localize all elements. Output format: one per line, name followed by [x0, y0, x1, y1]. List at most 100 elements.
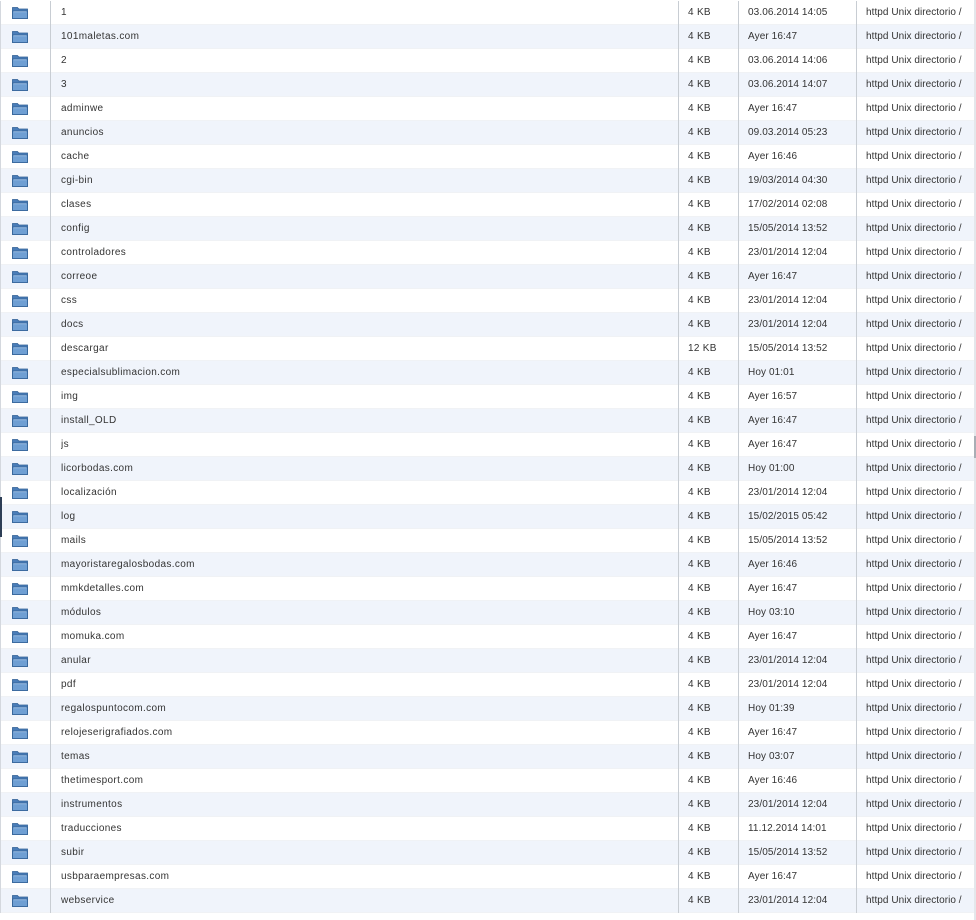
- file-name[interactable]: install_OLD: [61, 409, 671, 432]
- focus-indicator: [0, 497, 2, 537]
- file-modified-date: Ayer 16:46: [748, 559, 798, 570]
- file-row[interactable]: cgi-bin 4 KB 19/03/2014 04:30 httpd Unix…: [0, 169, 976, 193]
- file-size: 4 KB: [688, 703, 711, 714]
- file-row[interactable]: correoe 4 KB Ayer 16:47 httpd Unix direc…: [0, 265, 976, 289]
- file-icon-cell: [0, 289, 50, 312]
- file-row[interactable]: descargar 12 KB 15/05/2014 13:52 httpd U…: [0, 337, 976, 361]
- file-row[interactable]: módulos 4 KB Hoy 03:10 httpd Unix direct…: [0, 601, 976, 625]
- file-name[interactable]: anular: [61, 649, 671, 672]
- file-name[interactable]: pdf: [61, 673, 671, 696]
- file-name[interactable]: licorbodas.com: [61, 457, 671, 480]
- file-row[interactable]: instrumentos 4 KB 23/01/2014 12:04 httpd…: [0, 793, 976, 817]
- file-name[interactable]: temas: [61, 745, 671, 768]
- file-icon-cell: [0, 337, 50, 360]
- file-size: 4 KB: [688, 847, 711, 858]
- file-name[interactable]: subir: [61, 841, 671, 864]
- file-row[interactable]: config 4 KB 15/05/2014 13:52 httpd Unix …: [0, 217, 976, 241]
- folder-icon: [12, 103, 28, 115]
- file-icon-cell: [0, 49, 50, 72]
- file-type: httpd Unix directorio /: [866, 295, 962, 306]
- file-row[interactable]: subir 4 KB 15/05/2014 13:52 httpd Unix d…: [0, 841, 976, 865]
- file-name[interactable]: correoe: [61, 265, 671, 288]
- file-name[interactable]: módulos: [61, 601, 671, 624]
- file-name[interactable]: mails: [61, 529, 671, 552]
- file-name[interactable]: webservice: [61, 889, 671, 912]
- file-name[interactable]: mayoristaregalosbodas.com: [61, 553, 671, 576]
- file-icon-cell: [0, 481, 50, 504]
- file-name[interactable]: docs: [61, 313, 671, 336]
- file-name[interactable]: adminwe: [61, 97, 671, 120]
- folder-icon: [12, 175, 28, 187]
- file-name[interactable]: thetimesport.com: [61, 769, 671, 792]
- file-row[interactable]: 3 4 KB 03.06.2014 14:07 httpd Unix direc…: [0, 73, 976, 97]
- file-name[interactable]: traducciones: [61, 817, 671, 840]
- file-row[interactable]: traducciones 4 KB 11.12.2014 14:01 httpd…: [0, 817, 976, 841]
- file-row[interactable]: localización 4 KB 23/01/2014 12:04 httpd…: [0, 481, 976, 505]
- file-row[interactable]: licorbodas.com 4 KB Hoy 01:00 httpd Unix…: [0, 457, 976, 481]
- file-name[interactable]: 3: [61, 73, 671, 96]
- file-name[interactable]: localización: [61, 481, 671, 504]
- file-name[interactable]: cgi-bin: [61, 169, 671, 192]
- file-row[interactable]: css 4 KB 23/01/2014 12:04 httpd Unix dir…: [0, 289, 976, 313]
- file-name[interactable]: clases: [61, 193, 671, 216]
- list-left-border: [0, 1, 1, 913]
- file-name[interactable]: cache: [61, 145, 671, 168]
- file-list: 1 4 KB 03.06.2014 14:05 httpd Unix direc…: [0, 1, 976, 913]
- file-icon-cell: [0, 97, 50, 120]
- file-row[interactable]: 1 4 KB 03.06.2014 14:05 httpd Unix direc…: [0, 1, 976, 25]
- file-name[interactable]: descargar: [61, 337, 671, 360]
- file-name[interactable]: instrumentos: [61, 793, 671, 816]
- folder-icon: [12, 151, 28, 163]
- file-row[interactable]: adminwe 4 KB Ayer 16:47 httpd Unix direc…: [0, 97, 976, 121]
- file-name[interactable]: 2: [61, 49, 671, 72]
- file-name[interactable]: especialsublimacion.com: [61, 361, 671, 384]
- file-name[interactable]: controladores: [61, 241, 671, 264]
- file-row[interactable]: 101maletas.com 4 KB Ayer 16:47 httpd Uni…: [0, 25, 976, 49]
- file-size: 4 KB: [688, 319, 711, 330]
- file-name[interactable]: css: [61, 289, 671, 312]
- file-row[interactable]: 2 4 KB 03.06.2014 14:06 httpd Unix direc…: [0, 49, 976, 73]
- file-row[interactable]: momuka.com 4 KB Ayer 16:47 httpd Unix di…: [0, 625, 976, 649]
- file-row[interactable]: install_OLD 4 KB Ayer 16:47 httpd Unix d…: [0, 409, 976, 433]
- file-icon-cell: [0, 25, 50, 48]
- file-name[interactable]: 101maletas.com: [61, 25, 671, 48]
- file-name[interactable]: js: [61, 433, 671, 456]
- file-name[interactable]: relojeserigrafiados.com: [61, 721, 671, 744]
- file-name[interactable]: regalospuntocom.com: [61, 697, 671, 720]
- file-name[interactable]: log: [61, 505, 671, 528]
- file-row[interactable]: relojeserigrafiados.com 4 KB Ayer 16:47 …: [0, 721, 976, 745]
- file-name[interactable]: config: [61, 217, 671, 240]
- file-row[interactable]: docs 4 KB 23/01/2014 12:04 httpd Unix di…: [0, 313, 976, 337]
- file-row[interactable]: anuncios 4 KB 09.03.2014 05:23 httpd Uni…: [0, 121, 976, 145]
- file-row[interactable]: usbparaempresas.com 4 KB Ayer 16:47 http…: [0, 865, 976, 889]
- file-row[interactable]: webservice 4 KB 23/01/2014 12:04 httpd U…: [0, 889, 976, 913]
- file-size: 4 KB: [688, 751, 711, 762]
- file-row[interactable]: thetimesport.com 4 KB Ayer 16:46 httpd U…: [0, 769, 976, 793]
- file-modified-date: 15/05/2014 13:52: [748, 223, 828, 234]
- file-row[interactable]: temas 4 KB Hoy 03:07 httpd Unix director…: [0, 745, 976, 769]
- file-row[interactable]: pdf 4 KB 23/01/2014 12:04 httpd Unix dir…: [0, 673, 976, 697]
- file-size: 4 KB: [688, 799, 711, 810]
- file-row[interactable]: mmkdetalles.com 4 KB Ayer 16:47 httpd Un…: [0, 577, 976, 601]
- file-row[interactable]: especialsublimacion.com 4 KB Hoy 01:01 h…: [0, 361, 976, 385]
- file-row[interactable]: anular 4 KB 23/01/2014 12:04 httpd Unix …: [0, 649, 976, 673]
- file-name[interactable]: mmkdetalles.com: [61, 577, 671, 600]
- file-row[interactable]: mayoristaregalosbodas.com 4 KB Ayer 16:4…: [0, 553, 976, 577]
- file-type: httpd Unix directorio /: [866, 679, 962, 690]
- file-row[interactable]: img 4 KB Ayer 16:57 httpd Unix directori…: [0, 385, 976, 409]
- file-row[interactable]: cache 4 KB Ayer 16:46 httpd Unix directo…: [0, 145, 976, 169]
- file-name[interactable]: anuncios: [61, 121, 671, 144]
- file-name[interactable]: 1: [61, 1, 671, 24]
- file-name[interactable]: img: [61, 385, 671, 408]
- file-row[interactable]: clases 4 KB 17/02/2014 02:08 httpd Unix …: [0, 193, 976, 217]
- file-row[interactable]: mails 4 KB 15/05/2014 13:52 httpd Unix d…: [0, 529, 976, 553]
- file-name[interactable]: usbparaempresas.com: [61, 865, 671, 888]
- file-row[interactable]: controladores 4 KB 23/01/2014 12:04 http…: [0, 241, 976, 265]
- file-row[interactable]: log 4 KB 15/02/2015 05:42 httpd Unix dir…: [0, 505, 976, 529]
- file-name[interactable]: momuka.com: [61, 625, 671, 648]
- file-modified-date: 23/01/2014 12:04: [748, 655, 828, 666]
- file-icon-cell: [0, 169, 50, 192]
- file-icon-cell: [0, 1, 50, 24]
- file-row[interactable]: js 4 KB Ayer 16:47 httpd Unix directorio…: [0, 433, 976, 457]
- file-row[interactable]: regalospuntocom.com 4 KB Hoy 01:39 httpd…: [0, 697, 976, 721]
